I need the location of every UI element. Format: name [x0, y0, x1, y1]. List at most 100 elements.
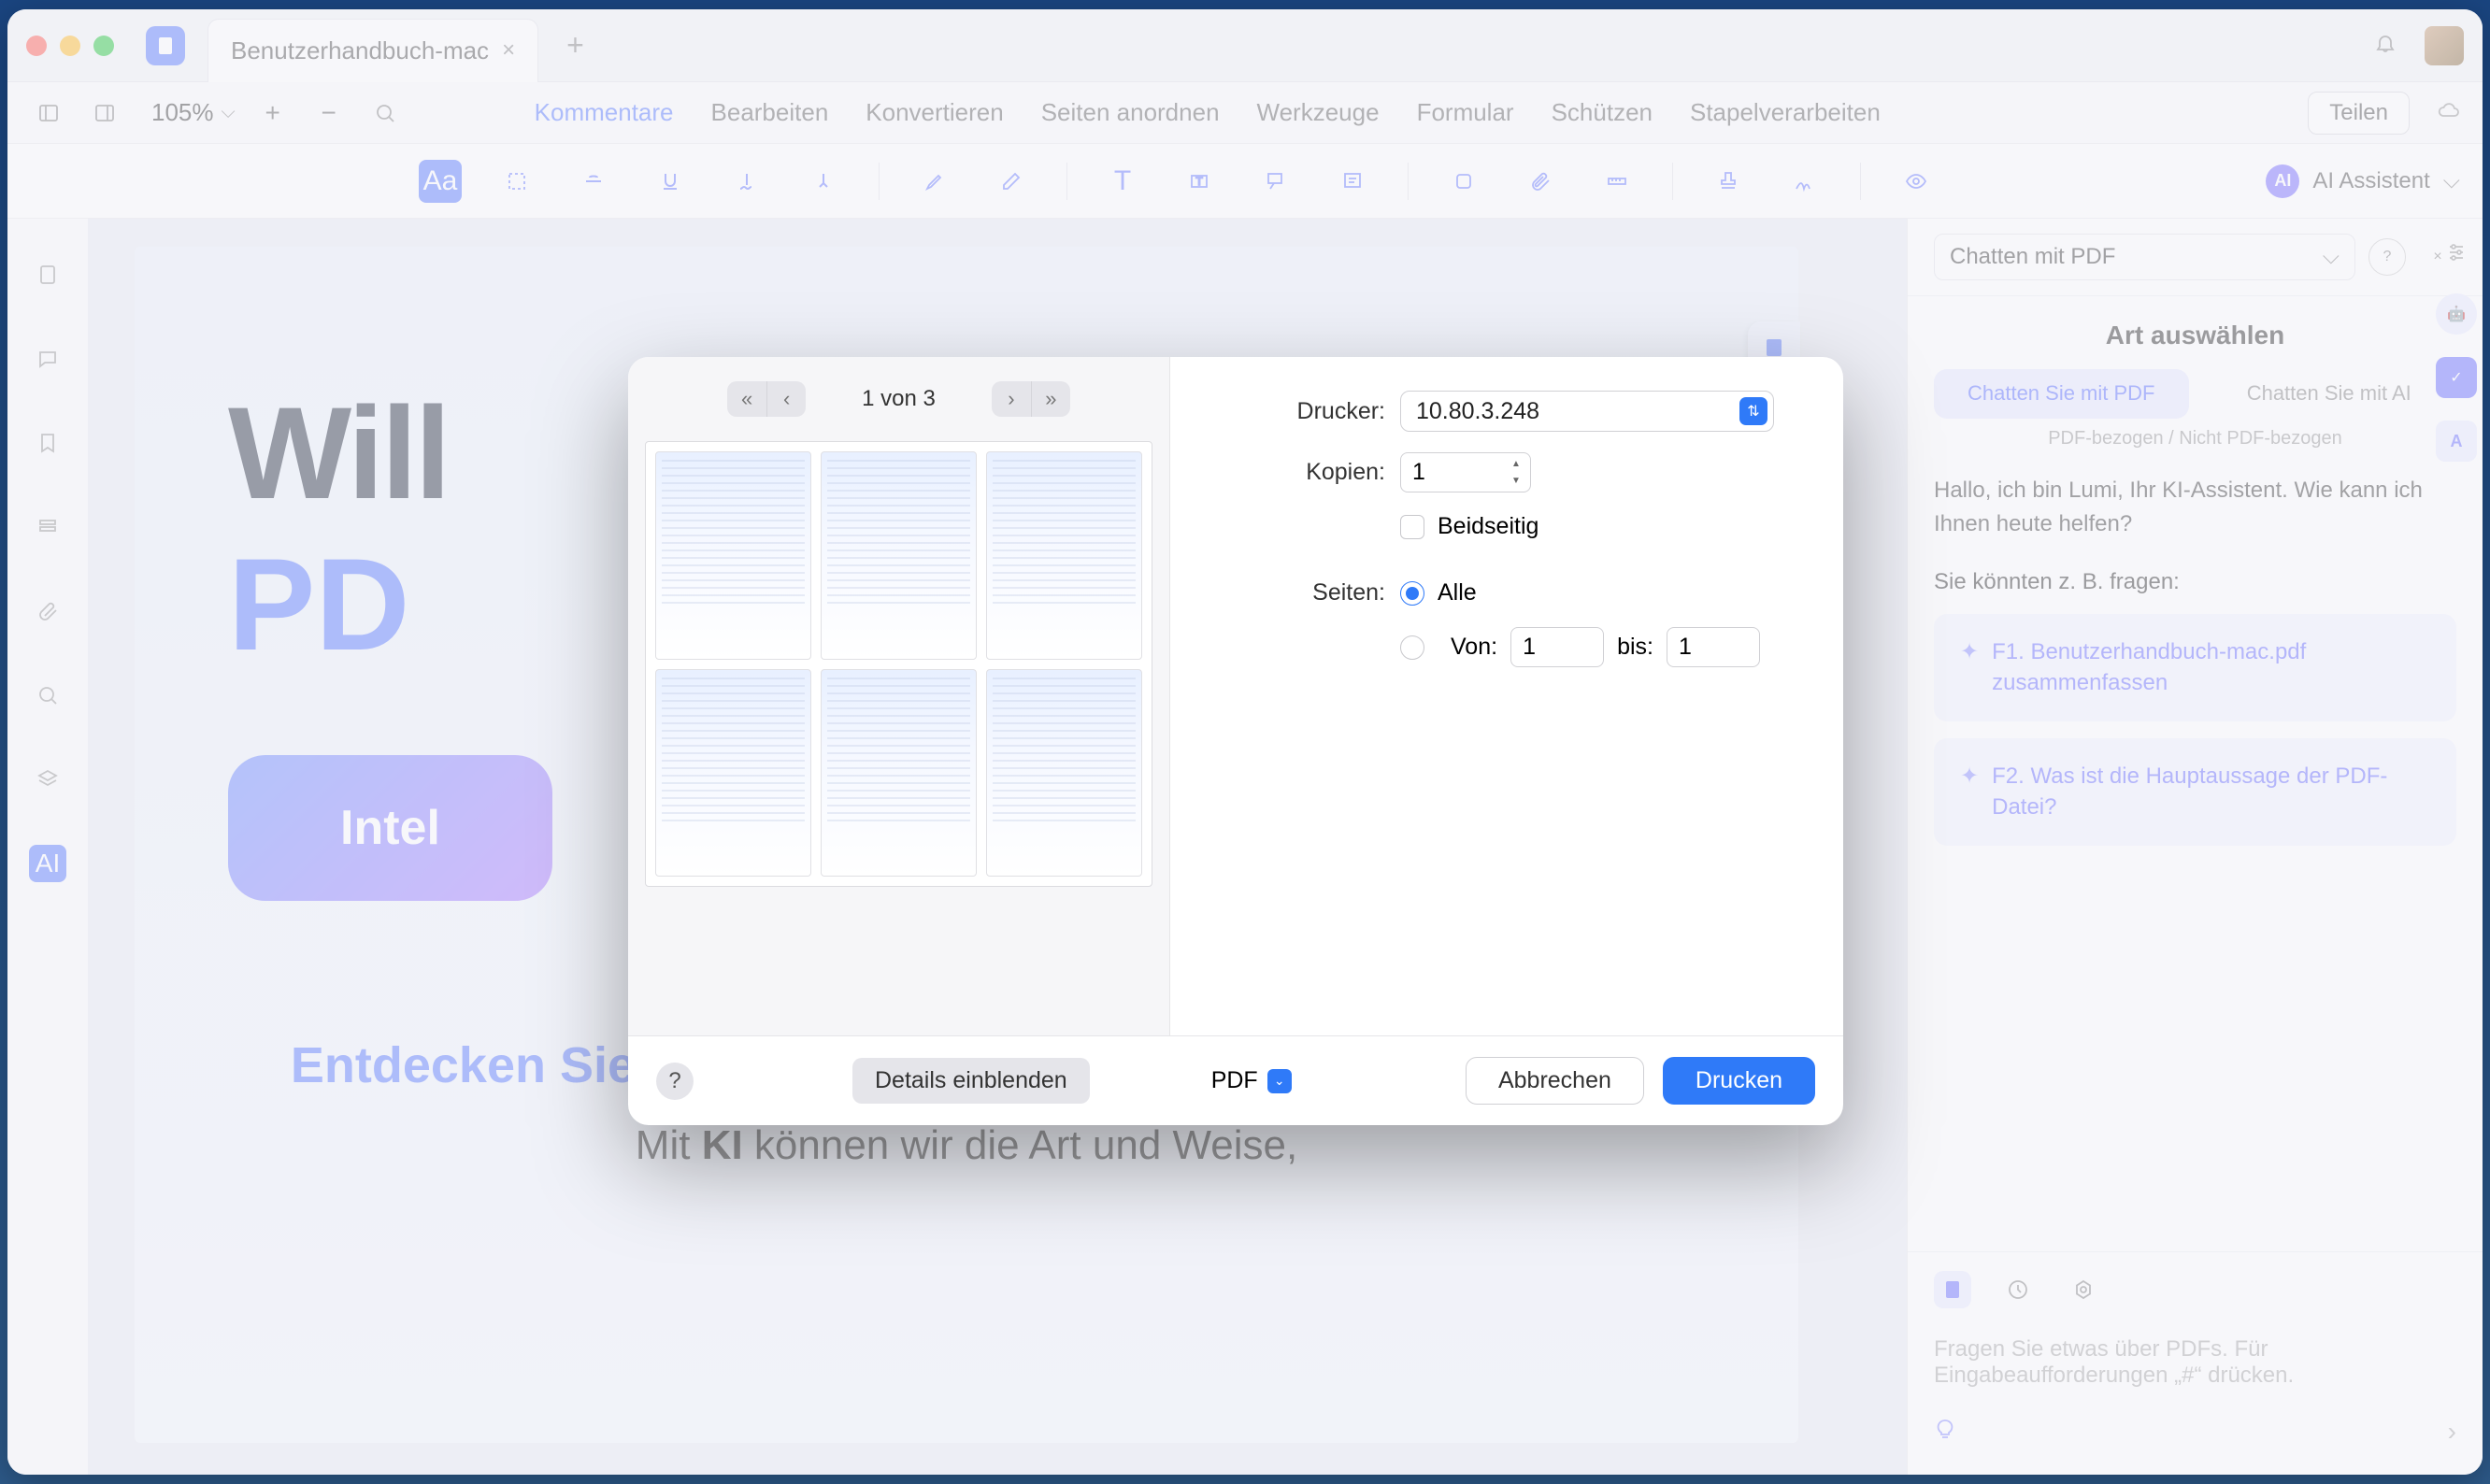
traffic-lights — [26, 36, 114, 56]
prompt-suggestion-1[interactable]: F1. Benutzerhandbuch-mac.pdf zusammenfas… — [1934, 614, 2456, 721]
zoom-control[interactable]: 105% ⌵ — [151, 98, 236, 127]
translate-rail-icon[interactable]: A — [2436, 421, 2477, 462]
preview-thumb[interactable] — [986, 451, 1142, 660]
bookmarks-icon[interactable] — [29, 424, 66, 462]
tab-bearbeiten[interactable]: Bearbeiten — [711, 93, 829, 133]
chat-ai-mode[interactable]: Chatten Sie mit AI — [2202, 369, 2457, 419]
tab-seiten-anordnen[interactable]: Seiten anordnen — [1041, 93, 1220, 133]
preview-thumb[interactable] — [821, 451, 977, 660]
tab-konvertieren[interactable]: Konvertieren — [866, 93, 1003, 133]
separator — [1860, 163, 1861, 200]
duplex-checkbox[interactable] — [1400, 515, 1424, 539]
pages-range-radio[interactable] — [1400, 635, 1424, 660]
note-tool[interactable] — [1331, 160, 1374, 203]
document-tab[interactable]: Benutzerhandbuch-mac × — [208, 19, 538, 82]
callout-tool[interactable] — [1254, 160, 1297, 203]
strikethrough-tool[interactable] — [572, 160, 615, 203]
user-avatar[interactable] — [2425, 26, 2464, 65]
search-icon[interactable] — [29, 677, 66, 714]
left-rail: AI — [7, 219, 88, 1475]
help-icon[interactable]: ? — [2368, 238, 2406, 276]
cancel-button[interactable]: Abbrechen — [1466, 1057, 1644, 1105]
from-input[interactable]: 1 — [1510, 627, 1604, 667]
preview-thumb[interactable] — [655, 451, 811, 660]
page-indicator: 1 von 3 — [862, 386, 936, 412]
ai-rail-icon[interactable]: AI — [29, 845, 66, 882]
thumbnails-icon[interactable] — [29, 256, 66, 293]
check-rail-icon[interactable]: ✓ — [2436, 357, 2477, 398]
signature-tool[interactable] — [1783, 160, 1826, 203]
sidebar-toggle-icon[interactable] — [30, 94, 67, 132]
robot-rail-icon[interactable]: 🤖 — [2436, 293, 2477, 335]
minimize-window[interactable] — [60, 36, 80, 56]
pages-all-radio[interactable] — [1400, 581, 1424, 606]
fields-icon[interactable] — [29, 508, 66, 546]
separator — [1672, 163, 1673, 200]
expand-icon[interactable]: › — [2448, 1417, 2456, 1447]
prev-page-button[interactable]: ‹ — [766, 381, 806, 417]
layers-icon[interactable] — [29, 761, 66, 798]
print-preview-pane: « ‹ 1 von 3 › » — [628, 357, 1170, 1035]
textbox-tool[interactable]: T — [1178, 160, 1221, 203]
panel-toggle-icon[interactable] — [86, 94, 123, 132]
tab-schutzen[interactable]: Schützen — [1552, 93, 1653, 133]
tab-stapelverarbeiten[interactable]: Stapelverarbeiten — [1690, 93, 1881, 133]
copies-input[interactable]: 1 ▲▼ — [1400, 452, 1531, 492]
notifications-icon[interactable] — [2374, 30, 2397, 62]
app-icon — [146, 26, 185, 65]
underline-tool[interactable] — [649, 160, 692, 203]
chat-input[interactable]: Fragen Sie etwas über PDFs. Für Eingabea… — [1934, 1327, 2456, 1398]
attachment-tool[interactable] — [1519, 160, 1562, 203]
preview-thumb[interactable] — [986, 669, 1142, 878]
text-highlight-tool[interactable]: Aa — [419, 160, 462, 203]
separator — [879, 163, 880, 200]
text-tool[interactable]: T — [1101, 160, 1144, 203]
prompt-suggestion-2[interactable]: F2. Was ist die Hauptaussage der PDF-Dat… — [1934, 738, 2456, 846]
zoom-in-icon[interactable]: + — [254, 94, 292, 132]
cloud-icon[interactable] — [2438, 98, 2460, 128]
history-icon[interactable] — [1999, 1271, 2037, 1308]
ai-assistant-button[interactable]: AI AI Assistent ⌵ — [2266, 164, 2460, 198]
shape-tool[interactable] — [1442, 160, 1485, 203]
attach-pdf-icon[interactable] — [1934, 1271, 1971, 1308]
hint-icon[interactable] — [1934, 1417, 1956, 1447]
new-tab-button[interactable]: + — [566, 28, 584, 63]
caret-tool[interactable] — [802, 160, 845, 203]
tab-formular[interactable]: Formular — [1417, 93, 1514, 133]
highlighter-tool[interactable] — [913, 160, 956, 203]
first-page-button[interactable]: « — [727, 381, 766, 417]
settings-icon[interactable] — [2065, 1271, 2102, 1308]
tab-kommentare[interactable]: Kommentare — [535, 93, 674, 133]
close-window[interactable] — [26, 36, 47, 56]
chat-pdf-mode[interactable]: Chatten Sie mit PDF — [1934, 369, 2189, 419]
help-button[interactable]: ? — [656, 1063, 694, 1100]
print-button[interactable]: Drucken — [1663, 1057, 1815, 1105]
printer-select[interactable]: 10.80.3.248 ⇅ — [1400, 391, 1774, 432]
settings-rail-icon[interactable] — [2438, 234, 2475, 271]
area-highlight-tool[interactable] — [495, 160, 538, 203]
copies-stepper[interactable]: ▲▼ — [1506, 455, 1526, 490]
tab-werkzeuge[interactable]: Werkzeuge — [1257, 93, 1380, 133]
eraser-tool[interactable] — [990, 160, 1033, 203]
comments-icon[interactable] — [29, 340, 66, 378]
preview-thumb[interactable] — [821, 669, 977, 878]
last-page-button[interactable]: » — [1031, 381, 1070, 417]
attachments-icon[interactable] — [29, 592, 66, 630]
close-tab-icon[interactable]: × — [502, 37, 515, 64]
squiggly-tool[interactable] — [725, 160, 768, 203]
select-chevron-icon: ⇅ — [1739, 397, 1767, 425]
chat-mode-select[interactable]: Chatten mit PDF ⌵ — [1934, 234, 2355, 280]
next-page-button[interactable]: › — [992, 381, 1031, 417]
show-comments-tool[interactable] — [1895, 160, 1938, 203]
to-input[interactable]: 1 — [1667, 627, 1760, 667]
fit-page-icon[interactable] — [366, 94, 404, 132]
show-details-button[interactable]: Details einblenden — [852, 1058, 1090, 1104]
zoom-out-icon[interactable]: − — [310, 94, 348, 132]
share-button[interactable]: Teilen — [2308, 92, 2410, 135]
measure-tool[interactable] — [1596, 160, 1639, 203]
maximize-window[interactable] — [93, 36, 114, 56]
preview-thumb[interactable] — [655, 669, 811, 878]
stamp-tool[interactable] — [1707, 160, 1750, 203]
pdf-dropdown[interactable]: PDF ⌄ — [1211, 1067, 1292, 1094]
chevron-down-icon: ⌄ — [1267, 1069, 1292, 1093]
